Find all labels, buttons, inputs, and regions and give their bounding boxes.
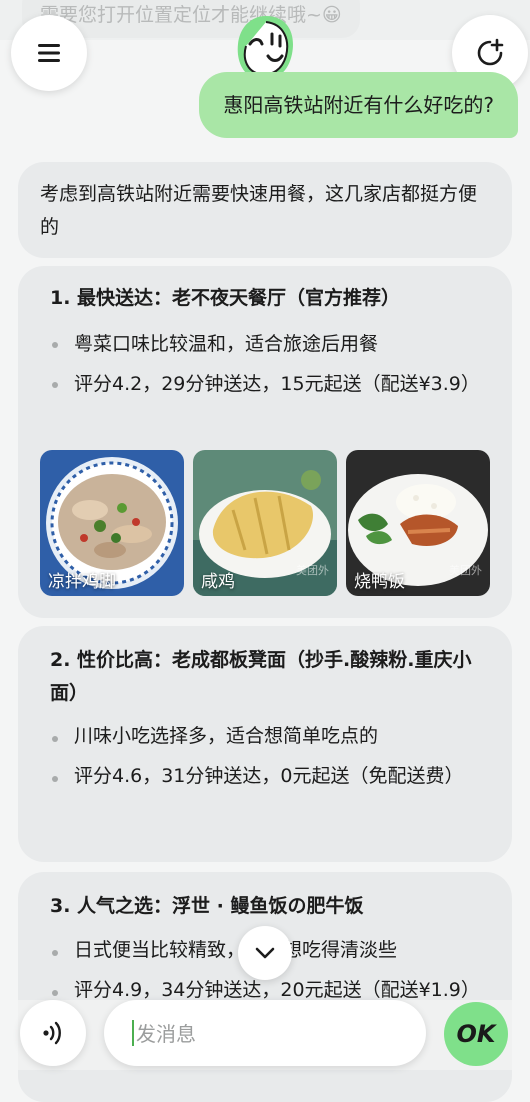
ok-button[interactable]: OK (444, 1002, 508, 1066)
message-input[interactable] (134, 1010, 408, 1058)
bullet-dot (52, 990, 58, 996)
restaurant-title: 2. 性价比高：老成都板凳面（抄手.酸辣粉.重庆小面） (50, 649, 472, 704)
dish-watermark: 美团外 (449, 564, 482, 577)
bot-intro-text: 考虑到高铁站附近需要快速用餐，这几家店都挺方便的 (40, 183, 478, 238)
bullet-dot (52, 736, 58, 742)
restaurant-title: 3. 人气之选：浮世 · 鳗鱼饭の肥牛饭 (50, 895, 364, 917)
bullet-dot (52, 382, 58, 388)
dish-image-roast-duck-rice[interactable]: 烧鸭饭 美团外 (346, 450, 490, 596)
restaurant-desc: 川味小吃选择多，适合想简单吃点的 (74, 725, 379, 747)
bullet-dot (52, 950, 58, 956)
bullet-dot (52, 776, 58, 782)
menu-icon (38, 44, 60, 62)
dish-label: 凉拌鸡脚 (48, 572, 116, 592)
restaurant-desc: 粤菜口味比较温和，适合旅途后用餐 (74, 333, 379, 355)
bullet-dot (52, 342, 58, 348)
menu-button[interactable] (11, 15, 87, 91)
dish-watermark: 美团外 (296, 564, 329, 577)
restaurant-card-2[interactable]: 2. 性价比高：老成都板凳面（抄手.酸辣粉.重庆小面） 川味小吃选择多，适合想简… (18, 626, 512, 862)
restaurant-title: 1. 最快送达：老不夜天餐厅（官方推荐） (50, 287, 401, 309)
restaurant-card-1[interactable]: 1. 最快送达：老不夜天餐厅（官方推荐） 粤菜口味比较温和，适合旅途后用餐 评分… (18, 266, 512, 618)
user-message-bubble: 惠阳高铁站附近有什么好吃的? (199, 72, 518, 138)
dish-image-salted-chicken[interactable]: 咸鸡 美团外 (193, 450, 337, 596)
scroll-down-button[interactable] (238, 926, 292, 980)
restaurant-stats: 评分4.6，31分钟送达，0元起送（免配送费） (74, 765, 464, 787)
message-input-box[interactable] (104, 1000, 426, 1066)
chevron-down-icon (255, 947, 275, 959)
dish-image-chicken-feet[interactable]: 凉拌鸡脚 (40, 450, 184, 596)
dish-label: 咸鸡 (201, 572, 235, 592)
new-chat-icon (477, 38, 504, 66)
voice-button[interactable] (20, 1000, 86, 1066)
voice-icon (43, 1021, 61, 1045)
dish-label: 烧鸭饭 (354, 572, 405, 592)
restaurant-stats: 评分4.2，29分钟送达，15元起送（配送¥3.9） (74, 373, 480, 395)
bot-intro-card: 考虑到高铁站附近需要快速用餐，这几家店都挺方便的 (18, 162, 512, 258)
